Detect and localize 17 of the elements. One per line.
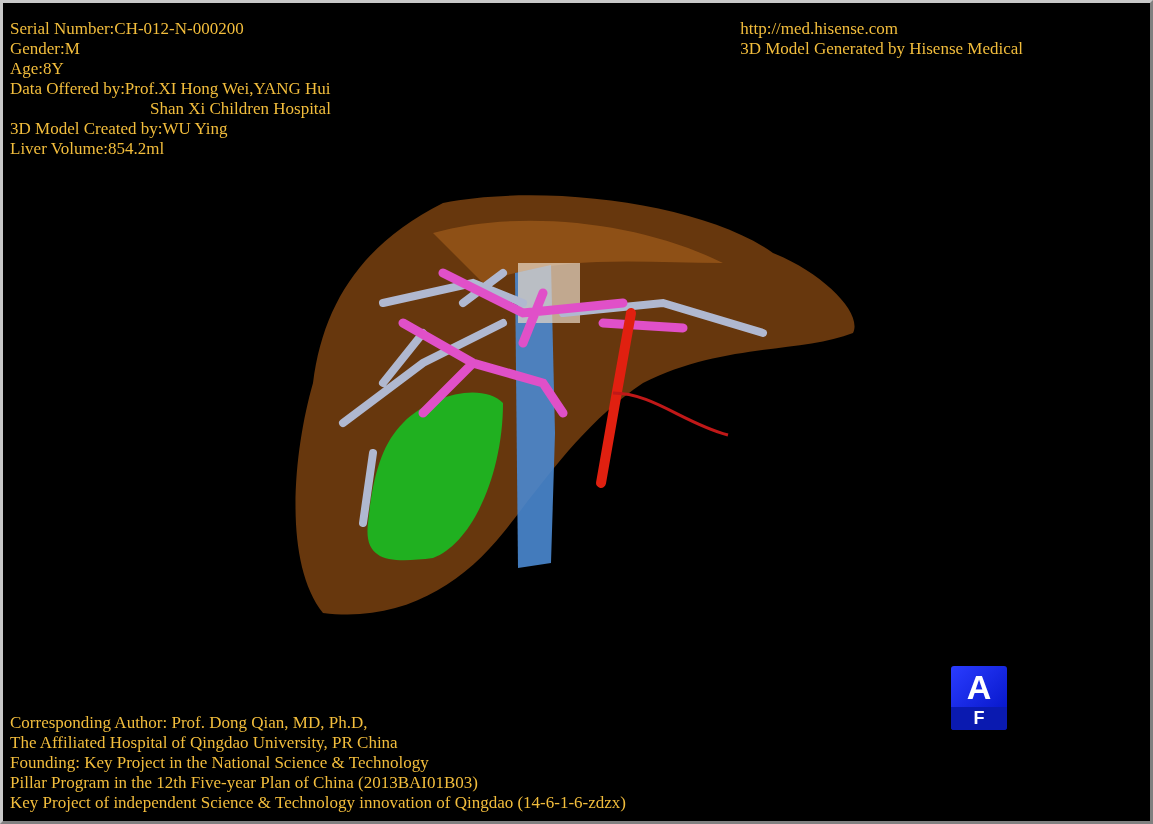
cube-face-label: F [951,707,1007,730]
patient-info-text: Gender:M [10,39,80,59]
model-info-text: Liver Volume:854.2ml [10,139,165,159]
patient-info-text: Data Offered by:Prof.XI Hong Wei,YANG Hui [10,79,331,99]
patient-info-text: Serial Number:CH-012-N-000200 [10,19,244,39]
credits-text: Pillar Program in the 12th Five-year Plan of China (2013BAI01B03) [10,773,478,793]
orientation-cube[interactable]: A F [951,666,1007,730]
hospital-text: Shan Xi Children Hospital [150,99,331,119]
credits-text: Corresponding Author: Prof. Dong Qian, MD, Ph.D, [10,713,368,733]
credits-text: The Affiliated Hospital of Qingdao University, PR China [10,733,398,753]
patient-info-text: Age:8Y [10,59,64,79]
branding-text: 3D Model Generated by Hisense Medical [740,39,1023,59]
model-info-text: 3D Model Created by:WU Ying [10,119,228,139]
branding-text: http://med.hisense.com [740,19,898,39]
credits-text: Founding: Key Project in the National Science & Technology [10,753,429,773]
credits-text: Key Project of independent Science & Technology innovation of Qingdao (14-6-1-6-zdzx) [10,793,626,813]
cube-face-label: A [966,670,992,704]
